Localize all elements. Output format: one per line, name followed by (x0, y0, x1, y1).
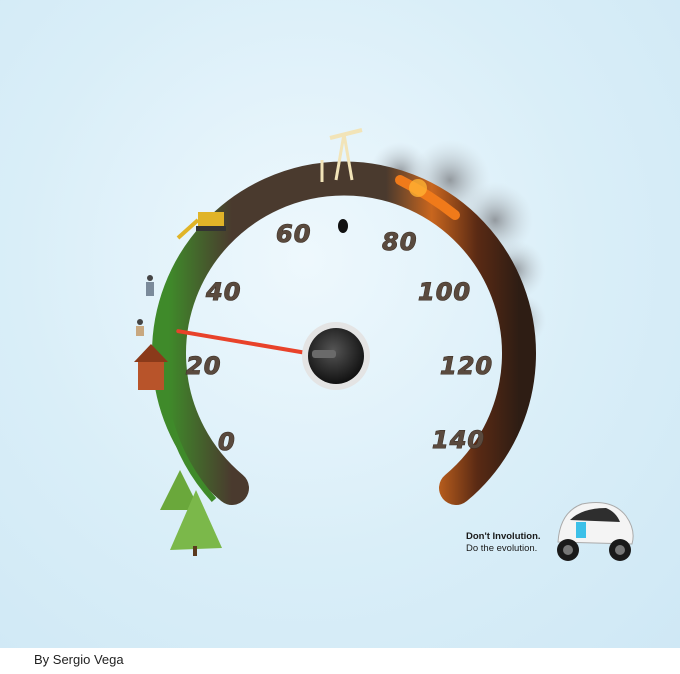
gauge-tick-80: 80 (382, 228, 417, 256)
slogan-line-2: Do the evolution. (466, 543, 538, 554)
poster-background: 0 20 40 60 80 100 120 140 Don't Involuti… (0, 0, 680, 648)
gauge-tick-40: 40 (205, 278, 241, 306)
author-credit: By Sergio Vega (34, 652, 124, 667)
gauge-tick-100: 100 (418, 278, 471, 306)
gauge-tick-0: 0 (218, 428, 236, 456)
car-icon (557, 502, 634, 561)
slogan: Don't Involution. Do the evolution. (466, 531, 541, 555)
gauge-tick-120: 120 (440, 352, 493, 380)
gauge-tick-20: 20 (186, 352, 221, 380)
gauge-tick-60: 60 (276, 220, 311, 248)
people-icon (136, 275, 154, 336)
gauge-tick-140: 140 (432, 426, 485, 454)
gauge-hub (302, 322, 370, 390)
slogan-line-1: Don't Involution. (466, 531, 541, 542)
